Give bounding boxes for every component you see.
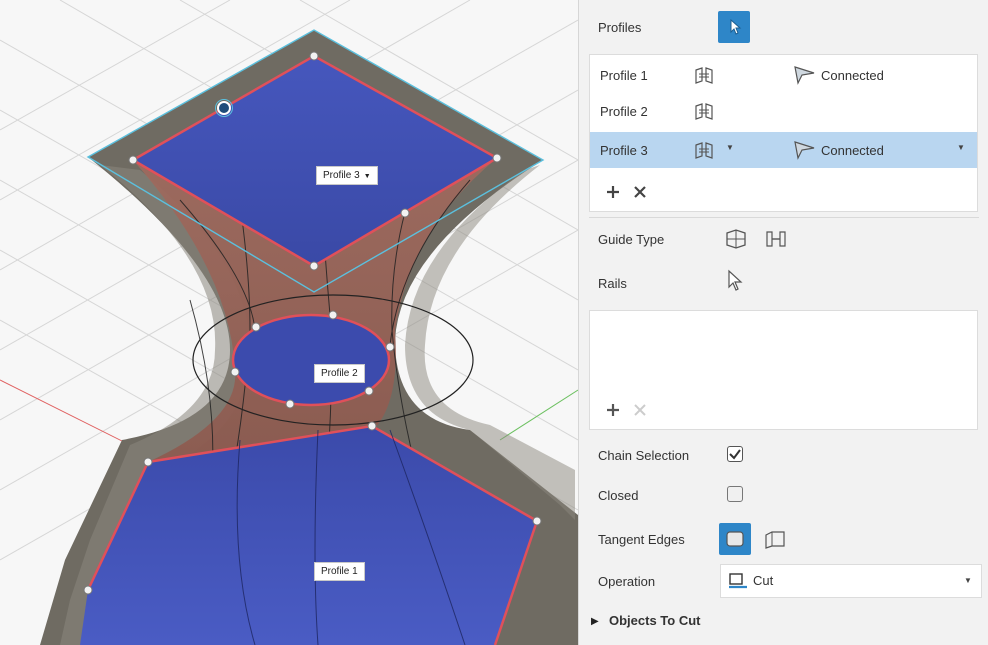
operation-value: Cut <box>753 573 774 588</box>
chevron-down-icon[interactable]: ▼ <box>726 143 734 152</box>
rails-guide-icon[interactable] <box>723 226 749 252</box>
cut-operation-icon <box>729 573 747 589</box>
cursor-arrow-icon[interactable] <box>725 268 745 294</box>
profile-type-icon[interactable] <box>692 65 716 85</box>
profile-name: Profile 2 <box>600 104 648 119</box>
closed-checkbox[interactable] <box>727 486 743 502</box>
rails-label: Rails <box>598 276 627 291</box>
operation-label: Operation <box>598 574 656 589</box>
chevron-down-icon: ▼ <box>363 173 371 180</box>
remove-icon[interactable] <box>632 184 648 200</box>
checkmark-icon <box>729 449 741 460</box>
keep-tangent-edges-icon[interactable] <box>761 525 789 553</box>
tangent-edges-merge-button[interactable] <box>719 523 751 555</box>
tangent-edges-label: Tangent Edges <box>598 532 685 547</box>
chevron-down-icon: ▼ <box>964 576 972 585</box>
profile-1-label-text: Profile 1 <box>321 566 358 577</box>
profile-3-label[interactable]: Profile 3 ▼ <box>316 166 378 185</box>
profile-name: Profile 3 <box>600 143 648 158</box>
profiles-select-button[interactable] <box>718 11 750 43</box>
profile-row-3[interactable]: Profile 3 ▼ Connected ▼ <box>590 132 977 168</box>
profile-type-icon[interactable] <box>692 140 716 160</box>
continuity-status: Connected <box>821 143 884 158</box>
connected-icon[interactable] <box>792 138 818 160</box>
profile-1-label[interactable]: Profile 1 <box>314 562 365 581</box>
add-icon[interactable] <box>604 183 622 201</box>
cursor-arrow-icon <box>730 18 742 35</box>
operation-dropdown[interactable]: Cut ▼ <box>720 564 982 598</box>
divider <box>589 217 979 218</box>
profile-2-label-text: Profile 2 <box>321 368 358 379</box>
chain-selection-checkbox[interactable] <box>727 446 743 462</box>
continuity-status: Connected <box>821 68 884 83</box>
connected-icon[interactable] <box>792 63 818 85</box>
canvas-viewport[interactable]: Profile 3 ▼ Profile 2 Profile 1 <box>0 0 578 645</box>
chain-selection-label: Chain Selection <box>598 448 690 463</box>
add-icon[interactable] <box>604 401 622 419</box>
guide-type-label: Guide Type <box>598 232 665 247</box>
centerline-guide-icon[interactable] <box>763 226 789 252</box>
profile-name: Profile 1 <box>600 68 648 83</box>
rails-list <box>589 310 978 430</box>
closed-label: Closed <box>598 488 639 503</box>
selected-point <box>217 101 231 115</box>
chevron-down-icon[interactable]: ▼ <box>957 143 965 152</box>
profile-type-icon[interactable] <box>692 101 716 121</box>
profiles-label: Profiles <box>598 20 642 35</box>
loft-model-drawing[interactable] <box>0 0 578 645</box>
profile-row-2[interactable]: Profile 2 <box>590 93 977 129</box>
profile-row-1[interactable]: Profile 1 Connected <box>590 57 977 93</box>
loft-panel: Profiles Profile 1 Connected Profile 2 P… <box>578 0 988 645</box>
profile-2-label[interactable]: Profile 2 <box>314 364 365 383</box>
merge-tangent-edges-icon <box>726 531 744 547</box>
y-axis-line <box>499 389 578 441</box>
objects-to-cut-header[interactable]: Objects To Cut <box>609 613 700 628</box>
profiles-list: Profile 1 Connected Profile 2 Profile 3 <box>589 54 978 212</box>
profile-3-label-text: Profile 3 <box>323 170 360 181</box>
expand-triangle-icon[interactable]: ▶ <box>591 616 599 627</box>
remove-icon <box>634 404 646 416</box>
